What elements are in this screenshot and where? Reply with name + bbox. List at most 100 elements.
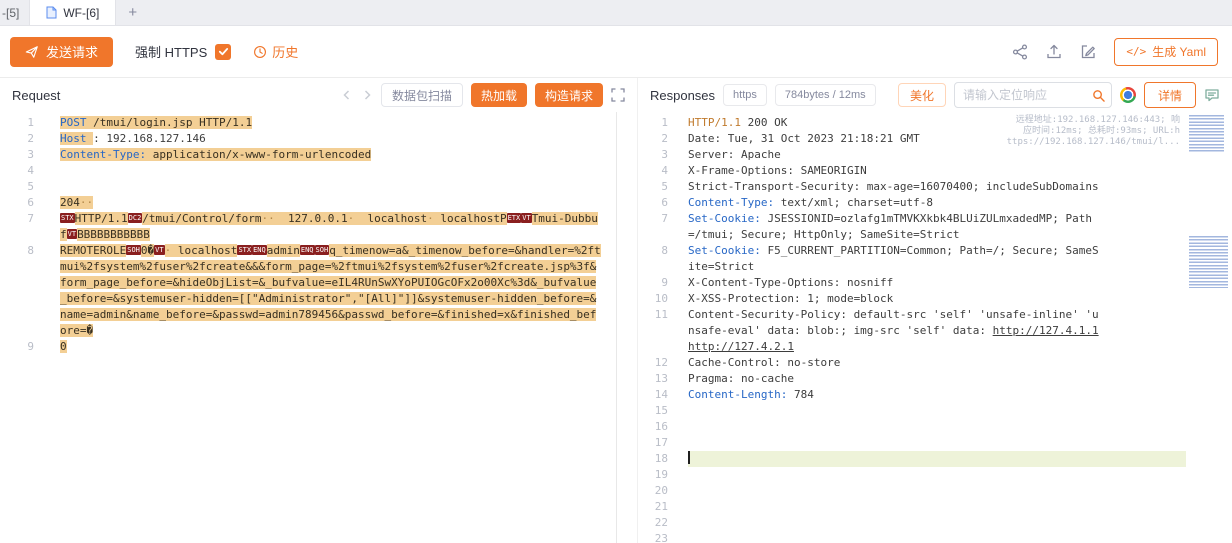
code-line-4[interactable]: 4 bbox=[0, 163, 637, 179]
line-content: Content-Security-Policy: default-src 'se… bbox=[688, 307, 1232, 355]
code-line-20[interactable]: 20 bbox=[638, 483, 1232, 499]
code-line-22[interactable]: 22 bbox=[638, 515, 1232, 531]
code-line-6[interactable]: 6Content-Type: text/xml; charset=utf-8 bbox=[638, 195, 1232, 211]
code-token: /tmui/Control/form bbox=[142, 212, 261, 225]
tab-bar: -[5] WF-[6] + bbox=[0, 0, 1232, 26]
send-icon bbox=[25, 45, 39, 59]
code-line-17[interactable]: 17 bbox=[638, 435, 1232, 451]
control-char-badge: ENQ bbox=[300, 245, 315, 255]
control-char-badge: STX bbox=[60, 213, 75, 223]
search-input[interactable] bbox=[955, 88, 1087, 102]
beautify-button[interactable]: 美化 bbox=[898, 83, 946, 107]
code-token: 0 bbox=[60, 340, 67, 353]
code-token: X-Frame-Options: SAMEORIGIN bbox=[688, 164, 867, 177]
code-line-19[interactable]: 19 bbox=[638, 467, 1232, 483]
code-token: · bbox=[427, 212, 434, 225]
response-code: 1HTTP/1.1 200 OK2Date: Tue, 31 Oct 2023 … bbox=[638, 115, 1232, 543]
code-line-2[interactable]: 2Date: Tue, 31 Oct 2023 21:18:21 GMT bbox=[638, 131, 1232, 147]
request-editor[interactable]: 1POST /tmui/login.jsp HTTP/1.12Host : 19… bbox=[0, 112, 637, 543]
code-line-5[interactable]: 5 bbox=[0, 179, 637, 195]
code-line-2[interactable]: 2Host : 192.168.127.146 bbox=[0, 131, 637, 147]
response-header-actions: 美化 详情 bbox=[898, 82, 1220, 108]
code-token: /tmui/login.jsp HTTP/1.1 bbox=[87, 116, 253, 129]
history-button[interactable]: 历史 bbox=[253, 42, 298, 61]
code-line-12[interactable]: 12Cache-Control: no-store bbox=[638, 355, 1232, 371]
code-line-13[interactable]: 13Pragma: no-cache bbox=[638, 371, 1232, 387]
code-line-16[interactable]: 16 bbox=[638, 419, 1232, 435]
line-content bbox=[688, 419, 1232, 435]
line-content: Date: Tue, 31 Oct 2023 21:18:21 GMT bbox=[688, 131, 1232, 147]
line-number: 10 bbox=[638, 291, 668, 307]
code-line-9[interactable]: 90 bbox=[0, 339, 637, 355]
feedback-button[interactable] bbox=[1204, 87, 1220, 103]
control-char-badge: VT bbox=[67, 229, 77, 239]
code-line-6[interactable]: 6204·· bbox=[0, 195, 637, 211]
tab-previous[interactable]: -[5] bbox=[0, 0, 29, 25]
code-line-1[interactable]: 1POST /tmui/login.jsp HTTP/1.1 bbox=[0, 115, 637, 131]
share-button[interactable] bbox=[1012, 44, 1028, 60]
tab-active[interactable]: WF-[6] bbox=[29, 0, 116, 25]
export-button[interactable] bbox=[1046, 44, 1062, 60]
construct-request-button[interactable]: 构造请求 bbox=[535, 83, 603, 107]
chat-icon bbox=[1204, 87, 1220, 103]
line-content: Cache-Control: no-store bbox=[688, 355, 1232, 371]
tab-active-label: WF-[6] bbox=[63, 6, 99, 20]
code-token: Content-Type: bbox=[688, 196, 774, 209]
code-line-7[interactable]: 7STXHTTP/1.1DC2/tmui/Control/form·· 127.… bbox=[0, 211, 637, 243]
line-content bbox=[688, 403, 1232, 419]
code-line-8[interactable]: 8Set-Cookie: F5_CURRENT_PARTITION=Common… bbox=[638, 243, 1232, 275]
code-line-8[interactable]: 8REMOTEROLESOH0�VT· localhostSTXENQadmin… bbox=[0, 243, 637, 339]
force-https-toggle[interactable]: 强制 HTTPS bbox=[135, 42, 231, 61]
line-content: X-XSS-Protection: 1; mode=block bbox=[688, 291, 1232, 307]
generate-yaml-button[interactable]: </> 生成 Yaml bbox=[1114, 38, 1218, 66]
code-token: X-Content-Type-Options: nosniff bbox=[688, 276, 893, 289]
line-number: 4 bbox=[0, 163, 34, 179]
response-editor[interactable]: 1HTTP/1.1 200 OK2Date: Tue, 31 Oct 2023 … bbox=[638, 112, 1232, 543]
code-line-14[interactable]: 14Content-Length: 784 bbox=[638, 387, 1232, 403]
chrome-icon[interactable] bbox=[1120, 87, 1136, 103]
code-line-3[interactable]: 3Content-Type: application/x-www-form-ur… bbox=[0, 147, 637, 163]
chevron-left-icon[interactable] bbox=[341, 89, 353, 101]
code-token: : 192.168.127.146 bbox=[93, 132, 206, 145]
code-token: Content-Length: bbox=[688, 388, 787, 401]
code-line-4[interactable]: 4X-Frame-Options: SAMEORIGIN bbox=[638, 163, 1232, 179]
clock-icon bbox=[253, 45, 267, 59]
send-request-button[interactable]: 发送请求 bbox=[10, 37, 113, 67]
hot-reload-button[interactable]: 热加载 bbox=[471, 83, 527, 107]
line-content bbox=[688, 435, 1232, 451]
request-scrollbar[interactable] bbox=[616, 112, 617, 543]
minimap[interactable] bbox=[1186, 112, 1232, 543]
code-line-18[interactable]: 18 bbox=[638, 451, 1232, 467]
code-line-11[interactable]: 11Content-Security-Policy: default-src '… bbox=[638, 307, 1232, 355]
send-request-label: 发送请求 bbox=[46, 42, 98, 61]
request-header-actions: 数据包扫描 热加载 构造请求 bbox=[341, 83, 625, 107]
edit-button[interactable] bbox=[1080, 44, 1096, 60]
code-line-3[interactable]: 3Server: Apache bbox=[638, 147, 1232, 163]
code-token: POST bbox=[60, 116, 87, 129]
code-line-15[interactable]: 15 bbox=[638, 403, 1232, 419]
code-token: BBBBBBBBBBB bbox=[77, 228, 150, 241]
code-line-9[interactable]: 9X-Content-Type-Options: nosniff bbox=[638, 275, 1232, 291]
control-char-badge: VT bbox=[521, 213, 531, 223]
new-tab-button[interactable]: + bbox=[116, 0, 149, 25]
code-token: Date: Tue, 31 Oct 2023 21:18:21 GMT bbox=[688, 132, 920, 145]
code-token: text/xml; charset=utf-8 bbox=[774, 196, 933, 209]
code-token: HTTP/1.1 bbox=[75, 212, 128, 225]
chevron-right-icon[interactable] bbox=[361, 89, 373, 101]
search-icon[interactable] bbox=[1087, 83, 1111, 107]
packet-scan-button[interactable]: 数据包扫描 bbox=[381, 83, 463, 107]
check-icon bbox=[218, 46, 229, 57]
code-line-7[interactable]: 7Set-Cookie: JSESSIONID=ozlafg1mTMVKXkbk… bbox=[638, 211, 1232, 243]
code-line-10[interactable]: 10 X-XSS-Protection: 1; mode=block bbox=[638, 291, 1232, 307]
code-line-21[interactable]: 21 bbox=[638, 499, 1232, 515]
force-https-checkbox[interactable] bbox=[215, 44, 231, 60]
response-title: Responses bbox=[650, 88, 715, 103]
code-line-5[interactable]: 5Strict-Transport-Security: max-age=1607… bbox=[638, 179, 1232, 195]
toolbar-right-group: </> 生成 Yaml bbox=[1012, 38, 1222, 66]
fullscreen-icon[interactable] bbox=[611, 88, 625, 102]
code-token: localhost bbox=[354, 212, 427, 225]
code-line-1[interactable]: 1HTTP/1.1 200 OK bbox=[638, 115, 1232, 131]
line-content: Host : 192.168.127.146 bbox=[60, 131, 637, 147]
code-line-23[interactable]: 23 bbox=[638, 531, 1232, 543]
details-button[interactable]: 详情 bbox=[1144, 82, 1196, 108]
